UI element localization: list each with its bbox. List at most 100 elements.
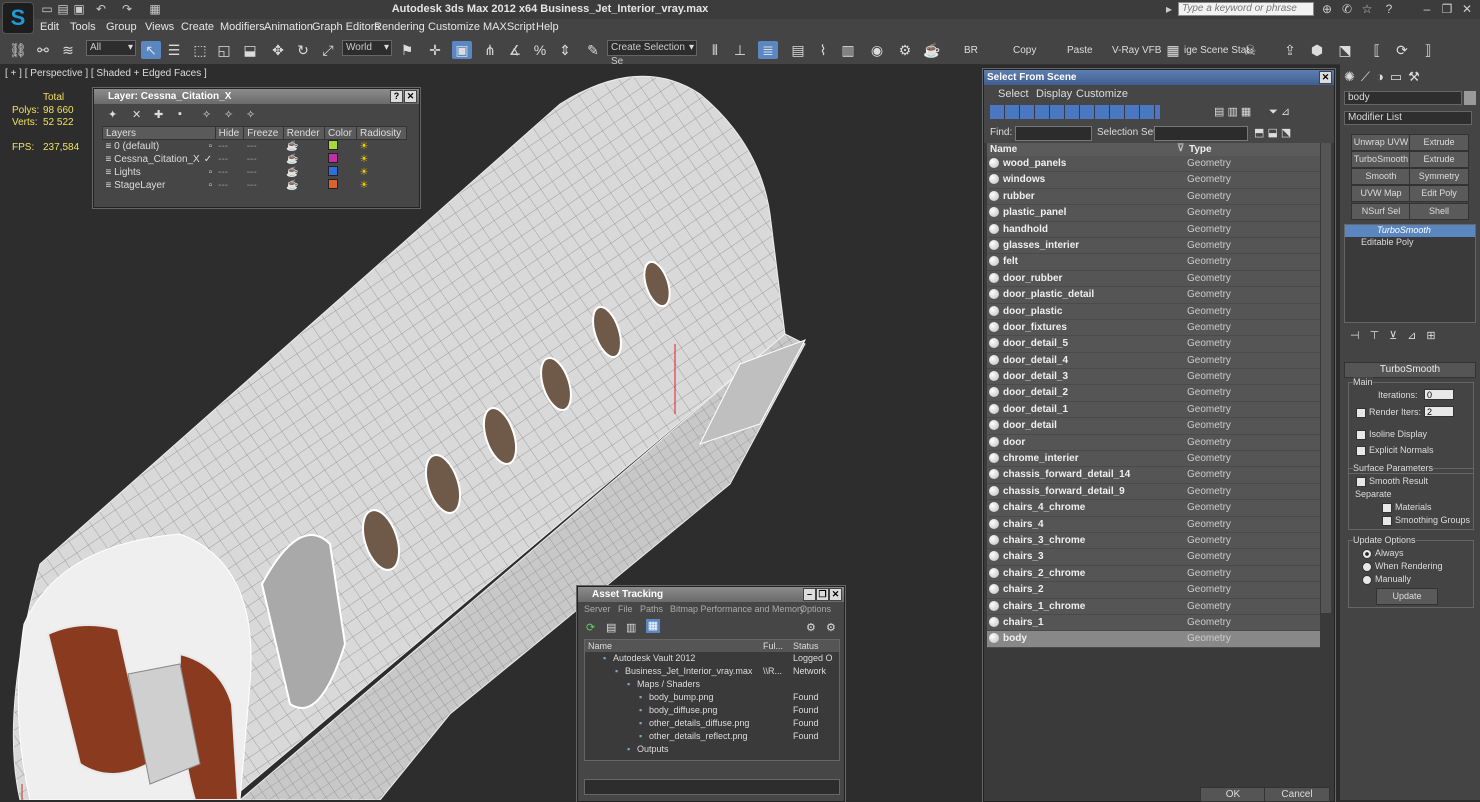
freeze-toggle[interactable]: --- (244, 140, 284, 154)
radiosity-icon[interactable]: ☀ (357, 153, 407, 166)
layer-color-swatch[interactable] (327, 140, 338, 150)
percent-snap-icon[interactable]: % (530, 41, 550, 59)
close-icon[interactable]: ✕ (1460, 2, 1474, 16)
help-icon[interactable]: ? (1382, 2, 1396, 16)
spinner-snap-icon[interactable]: ⇕ (555, 41, 575, 59)
asset-row[interactable]: ▪ Autodesk Vault 2012 Logged O (585, 652, 839, 665)
vault-icon[interactable]: ⚙ (806, 621, 816, 634)
col-freeze[interactable]: Freeze (243, 126, 284, 140)
asset-path-field[interactable] (584, 779, 840, 795)
filter-icon[interactable]: ⏷ ⊿ (1269, 105, 1290, 119)
skull-icon[interactable]: ☠ (1240, 41, 1260, 59)
search-arrow-icon[interactable]: ▸ (1162, 2, 1176, 16)
objects-icon[interactable]: ⬢ (1307, 41, 1327, 59)
freeze-all-icon[interactable]: ✧ (246, 108, 255, 121)
scene-object-row[interactable]: door_plastic Geometry (987, 303, 1320, 320)
new-file-icon[interactable]: ▭ (40, 2, 54, 16)
scene-states-icon[interactable]: ▦ (1163, 41, 1183, 59)
isoline-checkbox[interactable] (1356, 429, 1366, 440)
col-color[interactable]: Color (323, 126, 358, 140)
uvw-map-button[interactable]: UVW Map (1351, 185, 1411, 202)
col-layers[interactable]: Layers (102, 126, 216, 140)
col-radiosity[interactable]: Radiosity (356, 126, 407, 140)
scene-object-row[interactable]: handhold Geometry (987, 221, 1320, 238)
layer-row[interactable]: ≡ 0 (default) ▫ --- --- ☕ ☀ (103, 140, 407, 154)
new-layer-icon[interactable]: ✦ (108, 108, 117, 121)
radiosity-icon[interactable]: ☀ (357, 166, 407, 179)
select-manipulate-icon[interactable]: ✛ (425, 41, 445, 59)
list-display-icon[interactable]: ▤ ▥ ▦ (1214, 105, 1251, 118)
minimize-icon[interactable]: – (803, 588, 816, 601)
extrude-button-2[interactable]: Extrude (1409, 151, 1469, 168)
br-button[interactable]: BR (964, 45, 978, 56)
asset-menu-bitmap[interactable]: Bitmap Performance and Memory (670, 604, 805, 614)
asset-row[interactable]: ▪ body_bump.png Found (585, 691, 839, 704)
align-icon[interactable]: ⊥ (730, 41, 750, 59)
layer-color-swatch[interactable] (327, 166, 338, 176)
asset-tracking-titlebar[interactable]: Asset Tracking – ❐ ✕ (578, 587, 844, 602)
always-radio[interactable] (1362, 548, 1372, 559)
menu-customize[interactable]: Customize (428, 21, 480, 33)
list-view-icon[interactable]: ▤ (606, 621, 616, 634)
help-icon[interactable]: ? (390, 90, 403, 103)
asset-row[interactable]: ▪ Maps / Shaders (585, 678, 839, 691)
object-name-field[interactable]: body (1344, 91, 1462, 105)
shell-button[interactable]: Shell (1409, 203, 1469, 220)
select-and-link-icon[interactable]: ⬓ (240, 41, 260, 59)
scene-object-row[interactable]: chairs_2_chrome Geometry (987, 565, 1320, 583)
col-hide[interactable]: Hide (214, 126, 245, 140)
modifier-list-dropdown[interactable]: Modifier List (1344, 111, 1472, 125)
scene-object-row[interactable]: felt Geometry (987, 254, 1320, 271)
selection-set-tools-icon[interactable]: ⬒ ⬓ ⬔ (1254, 126, 1291, 139)
hide-toggle[interactable]: --- (215, 166, 244, 179)
paste-button[interactable]: Paste (1067, 45, 1093, 56)
update-button[interactable]: Update (1376, 588, 1438, 605)
scene-object-row[interactable]: door_detail_2 Geometry (987, 385, 1320, 402)
smoothing-groups-checkbox[interactable] (1382, 515, 1392, 526)
object-color-swatch[interactable] (1464, 91, 1476, 105)
select-object-icon[interactable]: ↖ (141, 41, 161, 59)
checkmark-icon[interactable]: ✓ (204, 154, 212, 165)
scene-object-row[interactable]: door Geometry (987, 434, 1320, 452)
scene-object-row[interactable]: chrome_interier Geometry (987, 451, 1320, 468)
scene-object-row[interactable]: plastic_panel Geometry (987, 205, 1320, 222)
graphite-ribbon-icon[interactable]: ▤ (788, 41, 808, 59)
layer-color-swatch[interactable] (327, 153, 338, 163)
col-type-header[interactable]: Type (1189, 144, 1212, 155)
menu-help[interactable]: Help (536, 21, 559, 33)
scene-object-row[interactable]: wood_panels Geometry (987, 156, 1320, 173)
scene-object-row[interactable]: windows Geometry (987, 172, 1320, 189)
rectangular-selection-icon[interactable]: ⬚ (190, 41, 210, 59)
render-iters-spinner[interactable]: 2 (1424, 406, 1454, 417)
scene-object-row[interactable]: door_detail Geometry (987, 418, 1320, 435)
layer-row[interactable]: ≡ Cessna_Citation_X ✓ --- --- ☕ ☀ (103, 153, 407, 166)
schematic-view-icon[interactable]: ▥ (838, 41, 858, 59)
layer-current-icon[interactable]: ▫ (209, 180, 213, 191)
move-icon[interactable]: ✥ (268, 41, 288, 59)
reference-coordinate-dropdown[interactable]: World (342, 40, 392, 56)
extrude-button[interactable]: Extrude (1409, 134, 1469, 151)
minimize-icon[interactable]: – (1420, 2, 1434, 16)
export-icon[interactable]: ⇪ (1280, 41, 1300, 59)
hide-toggle[interactable]: --- (215, 153, 244, 166)
layer-window-titlebar[interactable]: Layer: Cessna_Citation_X ? ✕ (94, 89, 419, 104)
asset-menu-file[interactable]: File (618, 604, 633, 614)
details-view-icon[interactable]: ▥ (626, 621, 636, 634)
viewport-label[interactable]: [ + ] [ Perspective ] [ Shaded + Edged F… (5, 68, 207, 79)
render-teapot-icon[interactable]: ☕ (283, 153, 324, 166)
find-input[interactable] (1015, 126, 1092, 141)
menu-modifiers[interactable]: Modifiers (220, 21, 265, 33)
scene-object-row[interactable]: chairs_1_chrome Geometry (987, 598, 1320, 615)
scale-icon[interactable]: ⤢ (318, 41, 338, 59)
render-teapot-icon[interactable]: ☕ (922, 41, 942, 59)
delete-layer-icon[interactable]: ✕ (132, 108, 141, 121)
copy-button[interactable]: Copy (1013, 45, 1036, 56)
command-panel-tabs[interactable]: ✺⟋◑▭⚒ (1344, 69, 1480, 87)
turbosmooth-rollout-title[interactable]: TurboSmooth (1344, 362, 1476, 378)
restore-icon[interactable]: ❐ (1440, 2, 1454, 16)
material-editor-icon[interactable]: ◉ (867, 41, 887, 59)
scene-object-row[interactable]: door_detail_3 Geometry (987, 369, 1320, 386)
bind-space-warp-icon[interactable]: ≋ (58, 41, 78, 59)
redo-icon[interactable]: ↷ (120, 2, 134, 16)
select-in-layer-icon[interactable]: ▪ (178, 108, 182, 120)
